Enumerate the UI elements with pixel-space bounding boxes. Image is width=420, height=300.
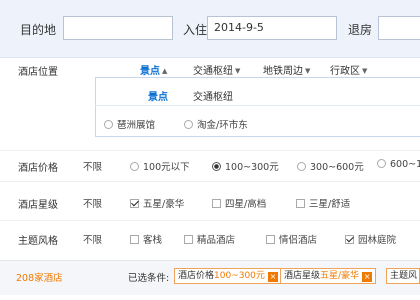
chevron-down-icon: ▼: [362, 67, 368, 75]
subtab-transport[interactable]: 交通枢纽: [193, 88, 233, 103]
price-option-label: 300~600元: [310, 162, 364, 173]
chevron-up-icon: ▲: [162, 67, 168, 75]
panel-divider: [95, 105, 420, 106]
chevron-down-icon: ▼: [235, 67, 241, 75]
radio-icon: [184, 120, 193, 129]
star-option-three[interactable]: 三星/舒适: [296, 196, 350, 210]
theme-option-couple[interactable]: 情侣酒店: [266, 232, 317, 246]
price-option-under-100[interactable]: 100元以下: [130, 159, 190, 173]
divider: [0, 181, 420, 182]
destination-label: 目的地: [20, 23, 57, 37]
checkin-label: 入住: [183, 23, 208, 37]
divider: [0, 150, 420, 151]
radio-selected-icon: [212, 162, 221, 171]
close-icon[interactable]: ×: [267, 272, 278, 282]
tag-name: 酒店价格: [178, 271, 215, 281]
checkbox-icon: [266, 235, 275, 244]
location-option-pazhou[interactable]: 琶洲展馆: [104, 117, 155, 131]
tag-value: 五星/豪华: [320, 271, 360, 281]
chevron-down-icon: ▼: [305, 67, 311, 75]
theme-option-garden[interactable]: 园林庭院: [345, 232, 396, 246]
theme-option-label: 精品酒店: [197, 235, 236, 246]
star-option-five[interactable]: 五星/豪华: [130, 196, 184, 210]
divider: [0, 220, 420, 221]
tag-name: 酒店星级: [284, 271, 321, 281]
radio-icon: [377, 159, 386, 168]
location-option-label: 淘金/环市东: [197, 120, 248, 131]
close-icon[interactable]: ×: [362, 272, 373, 282]
selected-tag-price[interactable]: 酒店价格100~300元 ×: [174, 268, 282, 284]
tab-metro[interactable]: 地铁周边 ▼: [263, 62, 310, 77]
price-label: 酒店价格: [18, 163, 58, 174]
price-option-label: 100元以下: [143, 162, 190, 173]
star-any[interactable]: 不限: [83, 196, 102, 210]
hotel-count: 208家酒店: [16, 273, 63, 284]
tab-transport-label: 交通枢纽: [193, 66, 233, 77]
location-option-label: 琶洲展馆: [117, 120, 156, 131]
theme-option-label: 情侣酒店: [279, 235, 318, 246]
selected-tag-theme[interactable]: 主题风: [386, 268, 420, 284]
checkbox-icon: [184, 235, 193, 244]
price-option-100-300[interactable]: 100~300元: [212, 159, 279, 173]
radio-icon: [297, 162, 306, 171]
tab-transport[interactable]: 交通枢纽 ▼: [193, 62, 240, 77]
destination-input[interactable]: [63, 16, 173, 40]
tab-scenic[interactable]: 景点 ▲: [140, 62, 167, 77]
theme-option-inn[interactable]: 客栈: [130, 232, 162, 246]
star-option-label: 四星/高档: [225, 199, 267, 210]
price-option-600-plus[interactable]: 600~15: [377, 159, 420, 170]
selected-tag-star[interactable]: 酒店星级五星/豪华 ×: [280, 268, 377, 284]
tag-name: 主题风: [390, 271, 418, 281]
subtab-scenic[interactable]: 景点: [148, 88, 168, 103]
checkout-label: 退房: [348, 23, 373, 37]
price-option-label: 100~300元: [225, 162, 279, 173]
checkout-date-input[interactable]: [378, 16, 420, 40]
price-option-300-600[interactable]: 300~600元: [297, 159, 364, 173]
tag-value: 100~300元: [214, 271, 265, 281]
checkbox-checked-icon: [345, 235, 354, 244]
checkin-date-input[interactable]: 2014-9-5: [207, 16, 337, 40]
theme-label: 主题风格: [18, 236, 58, 247]
theme-option-boutique[interactable]: 精品酒店: [184, 232, 235, 246]
tab-district[interactable]: 行政区 ▼: [330, 62, 367, 77]
checkbox-icon: [212, 199, 221, 208]
price-any[interactable]: 不限: [83, 159, 102, 173]
checkbox-checked-icon: [130, 199, 139, 208]
tab-district-label: 行政区: [330, 66, 360, 77]
radio-icon: [104, 120, 113, 129]
location-label: 酒店位置: [18, 67, 58, 78]
theme-any[interactable]: 不限: [83, 232, 102, 246]
tab-scenic-label: 景点: [140, 66, 160, 77]
location-option-taojin[interactable]: 淘金/环市东: [184, 117, 248, 131]
theme-option-label: 园林庭院: [358, 235, 397, 246]
tab-metro-label: 地铁周边: [263, 66, 303, 77]
theme-option-label: 客栈: [143, 235, 163, 246]
star-option-label: 五星/豪华: [143, 199, 185, 210]
checkbox-icon: [296, 199, 305, 208]
star-option-label: 三星/舒适: [309, 199, 351, 210]
star-option-four[interactable]: 四星/高档: [212, 196, 266, 210]
price-option-label: 600~15: [390, 159, 420, 170]
checkbox-icon: [130, 235, 139, 244]
star-label: 酒店星级: [18, 200, 58, 211]
radio-icon: [130, 162, 139, 171]
selected-label: 已选条件:: [128, 273, 170, 284]
